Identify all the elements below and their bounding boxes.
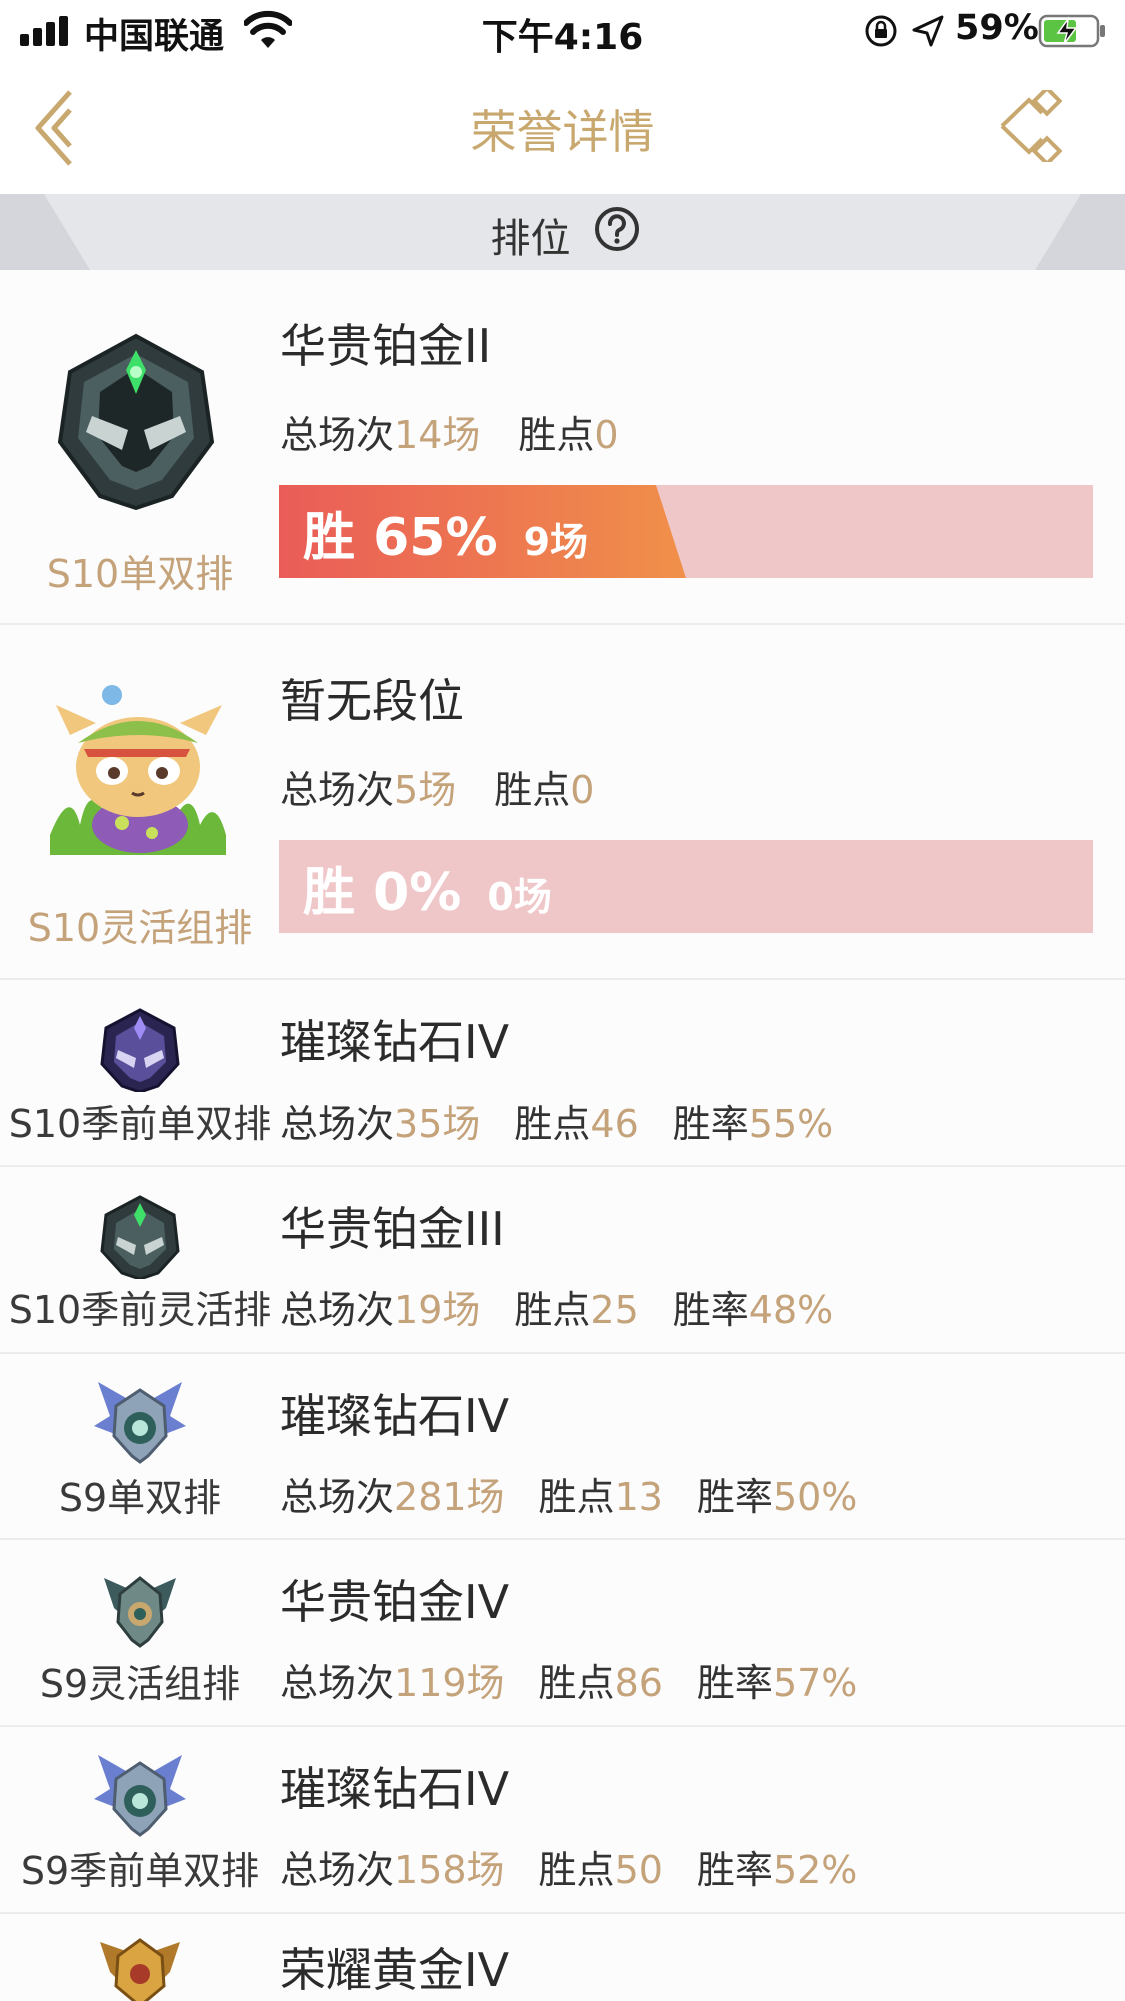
lp-value: 0 <box>594 413 619 457</box>
win-rate-text: 胜 65% 9场 <box>303 508 589 568</box>
rank-name: 荣耀黄金IV <box>280 1943 510 1997</box>
rank-row[interactable]: S9单双排 璀璨钻石IV 总场次281场 胜点13 胜率50% <box>0 1354 1125 1540</box>
stats-line: 总场次281场 胜点13 胜率50% <box>280 1475 858 1519</box>
wins-count: 9场 <box>523 520 589 564</box>
diamond-winged-emblem-icon <box>94 1755 186 1837</box>
battery-percent: 59% <box>955 8 1039 48</box>
rank-name: 璀璨钻石IV <box>280 1015 510 1069</box>
section-header-ranked: 排位 <box>0 194 1125 270</box>
status-bar: 中国联通 下午4:16 59% <box>0 0 1125 62</box>
rank-row[interactable]: S9季前单双排 璀璨钻石IV 总场次158场 胜点50 胜率52% <box>0 1727 1125 1914</box>
help-circle-icon[interactable] <box>594 206 640 252</box>
rank-name: 暂无段位 <box>280 674 464 728</box>
win-rate-bar: 胜 0% 0场 <box>279 840 1093 933</box>
platinum-winged-emblem-icon <box>104 1576 176 1648</box>
queue-label: S10单双排 <box>46 552 234 596</box>
wins-count: 0场 <box>487 875 552 919</box>
platinum-emblem-icon <box>57 333 215 510</box>
navigation-bar: 荣誉详情 <box>0 62 1125 194</box>
unranked-teemo-icon <box>50 685 226 855</box>
rank-name: 华贵铂金IV <box>280 1575 510 1629</box>
carrier-name: 中国联通 <box>84 17 225 57</box>
win-rate-text: 胜 0% 0场 <box>303 863 552 923</box>
signal-icon <box>20 16 72 46</box>
total-games-value: 14场 <box>394 413 481 457</box>
lp-value: 0 <box>570 768 595 812</box>
diamond-emblem-icon <box>100 1008 180 1092</box>
win-rate-bar: 胜 65% 9场 <box>279 485 1093 578</box>
stats-line: 总场次14场 胜点0 <box>280 413 619 457</box>
page-title: 荣誉详情 <box>470 105 655 159</box>
section-title: 排位 <box>490 216 571 262</box>
rank-row-featured[interactable]: S10灵活组排 暂无段位 总场次5场 胜点0 胜 0% 0场 <box>0 625 1125 980</box>
stats-line: 总场次5场 胜点0 <box>280 768 595 812</box>
queue-label: S9单双排 <box>58 1476 222 1520</box>
orientation-lock-icon <box>865 15 897 47</box>
rank-row[interactable]: 荣耀黄金IV <box>0 1914 1125 2001</box>
queue-label: S9灵活组排 <box>39 1662 241 1706</box>
back-chevron-icon[interactable] <box>30 86 82 170</box>
queue-label: S10季前灵活排 <box>8 1288 272 1332</box>
share-icon[interactable] <box>996 90 1062 162</box>
battery-charging-icon <box>1038 14 1105 48</box>
gold-emblem-icon <box>100 1938 180 2001</box>
rank-name: 璀璨钻石IV <box>280 1389 510 1443</box>
total-games-value: 5场 <box>394 768 457 812</box>
stats-line: 总场次119场 胜点86 胜率57% <box>280 1661 858 1705</box>
header-left-ornament <box>0 194 90 270</box>
diamond-winged-emblem-icon <box>94 1382 186 1464</box>
queue-label: S10季前单双排 <box>8 1102 272 1146</box>
queue-label: S10灵活组排 <box>27 906 253 950</box>
platinum-emblem-icon <box>100 1195 180 1279</box>
rank-row[interactable]: S10季前灵活排 华贵铂金III 总场次19场 胜点25 胜率48% <box>0 1167 1125 1354</box>
stats-line: 总场次35场 胜点46 胜率55% <box>280 1102 834 1146</box>
queue-label: S9季前单双排 <box>20 1849 260 1893</box>
rank-row[interactable]: S10季前单双排 璀璨钻石IV 总场次35场 胜点46 胜率55% <box>0 980 1125 1167</box>
location-icon <box>912 15 944 47</box>
rank-name: 璀璨钻石IV <box>280 1762 510 1816</box>
rank-row-featured[interactable]: S10单双排 华贵铂金II 总场次14场 胜点0 胜 65% 9场 <box>0 270 1125 625</box>
header-right-ornament <box>1035 194 1125 270</box>
rank-row[interactable]: S9灵活组排 华贵铂金IV 总场次119场 胜点86 胜率57% <box>0 1540 1125 1727</box>
wifi-icon <box>244 10 292 48</box>
rank-name: 华贵铂金II <box>280 319 492 373</box>
stats-line: 总场次19场 胜点25 胜率48% <box>280 1288 834 1332</box>
stats-line: 总场次158场 胜点50 胜率52% <box>280 1848 858 1892</box>
rank-name: 华贵铂金III <box>280 1202 505 1256</box>
